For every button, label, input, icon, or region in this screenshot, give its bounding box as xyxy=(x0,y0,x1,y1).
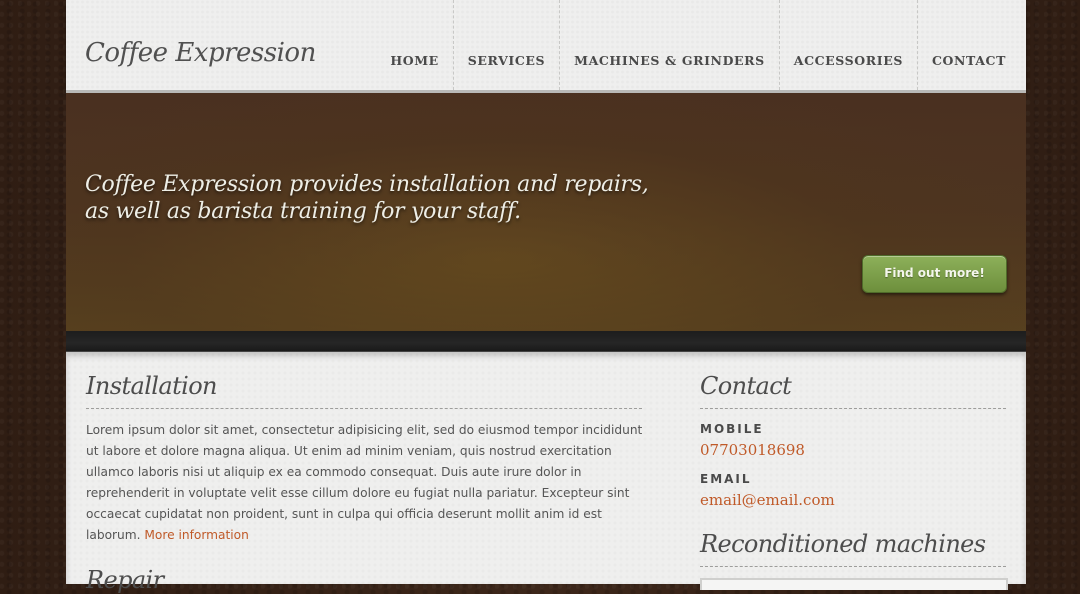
main-nav: HOME SERVICES MACHINES & GRINDERS ACCESS… xyxy=(376,0,1026,90)
nav-home[interactable]: HOME xyxy=(376,0,452,90)
nav-services[interactable]: SERVICES xyxy=(452,0,559,90)
mobile-label: MOBILE xyxy=(700,422,764,436)
hero-tagline: Coffee Expression provides installation … xyxy=(85,171,649,225)
site-logo[interactable]: Coffee Expression xyxy=(85,38,316,68)
installation-text: Lorem ipsum dolor sit amet, consectetur … xyxy=(86,420,646,546)
email-link[interactable]: email@email.com xyxy=(700,491,835,509)
contact-divider xyxy=(700,408,1006,409)
hero-banner: Coffee Expression provides installation … xyxy=(66,93,1026,331)
find-out-more-button[interactable]: Find out more! xyxy=(862,255,1007,293)
nav-accessories[interactable]: ACCESSORIES xyxy=(778,0,917,90)
site-header: Coffee Expression HOME SERVICES MACHINES… xyxy=(66,0,1026,93)
installation-heading: Installation xyxy=(86,372,218,400)
content-panel: Installation Lorem ipsum dolor sit amet,… xyxy=(66,352,1026,594)
email-label: EMAIL xyxy=(700,472,752,486)
repair-heading: Repair xyxy=(86,566,164,594)
more-information-link[interactable]: More information xyxy=(144,528,248,542)
installation-paragraph: Lorem ipsum dolor sit amet, consectetur … xyxy=(86,423,643,542)
nav-contact[interactable]: CONTACT xyxy=(916,0,1026,90)
hero-tagline-line-1: Coffee Expression provides installation … xyxy=(85,172,649,197)
reconditioned-machine-image-frame[interactable] xyxy=(700,578,1008,590)
nav-machines-grinders[interactable]: MACHINES & GRINDERS xyxy=(559,0,779,90)
contact-heading: Contact xyxy=(700,372,792,400)
hero-divider-bar xyxy=(66,331,1026,352)
reconditioned-machines-heading: Reconditioned machines xyxy=(700,530,986,558)
reconditioned-divider xyxy=(700,566,1006,567)
mobile-number-link[interactable]: 07703018698 xyxy=(700,441,805,459)
hero-tagline-line-2: as well as barista training for your sta… xyxy=(85,199,521,224)
page: Coffee Expression HOME SERVICES MACHINES… xyxy=(66,0,1026,594)
installation-divider xyxy=(86,408,642,409)
